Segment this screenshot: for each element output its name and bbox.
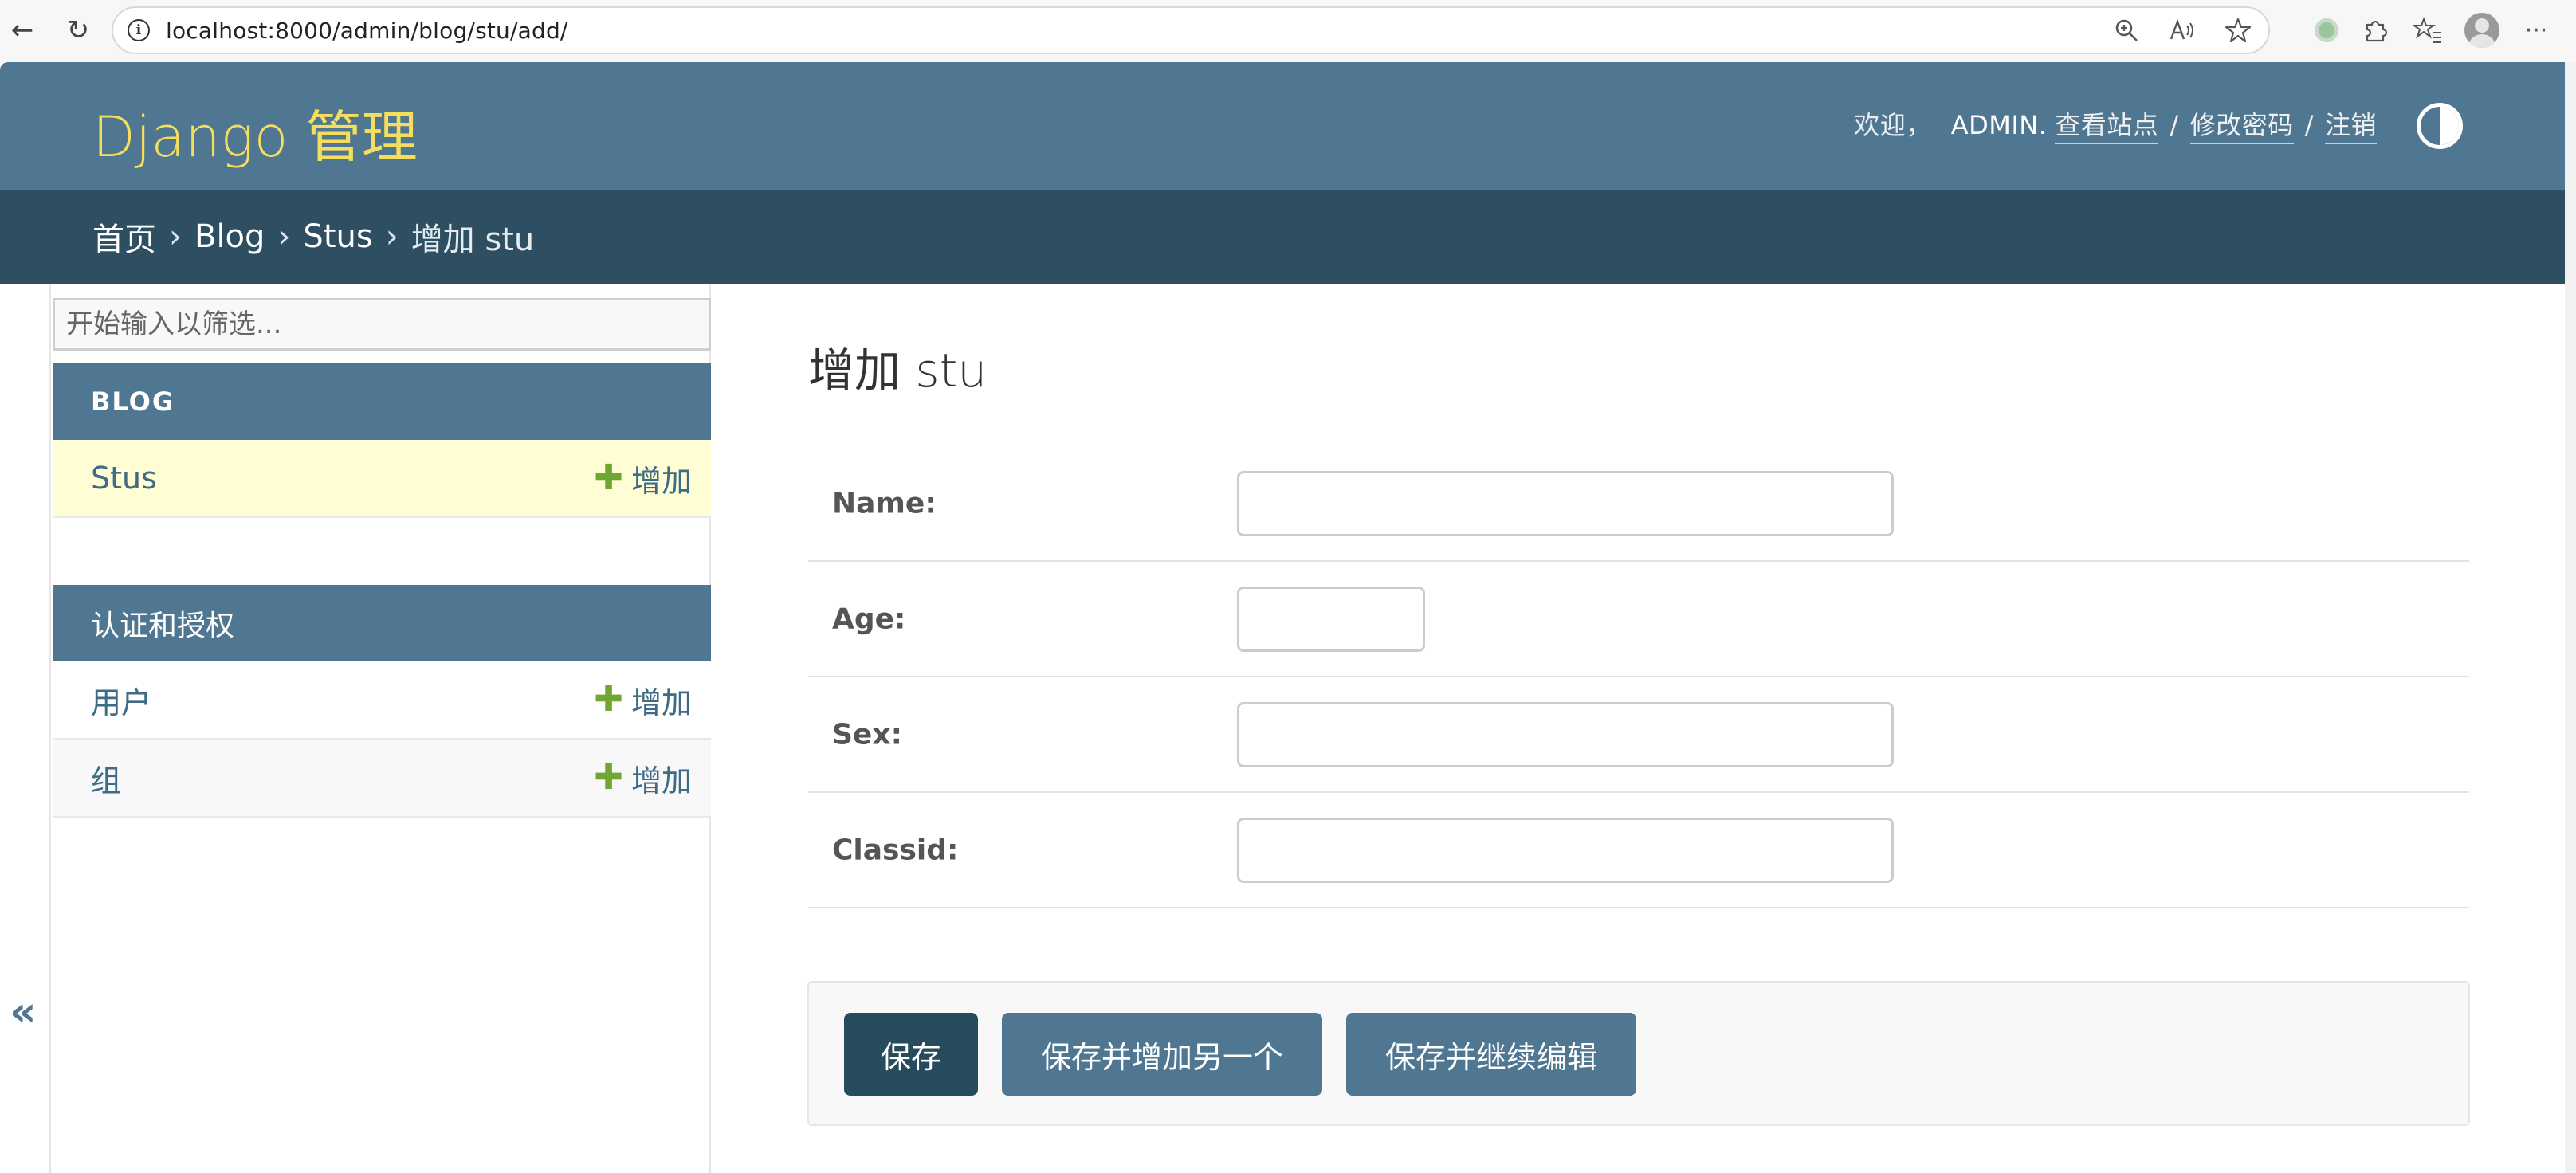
breadcrumb-separator: › (277, 218, 291, 255)
add-link-label: 增加 (630, 463, 692, 499)
add-link-label: 增加 (630, 685, 692, 720)
plus-icon: ✚ (594, 757, 623, 798)
field-label: Classid: (832, 834, 959, 866)
model-link[interactable]: 用户 (91, 678, 151, 722)
breadcrumb-separator: › (385, 218, 399, 255)
plus-icon: ✚ (594, 457, 623, 498)
theme-toggle-icon[interactable] (2417, 103, 2463, 149)
page-title: 增加 stu (808, 343, 988, 398)
logout-link[interactable]: 注销 (2324, 105, 2377, 144)
address-bar[interactable]: i localhost:8000/admin/blog/stu/add/ (112, 6, 2270, 54)
sidebar-item-stus[interactable]: Stus ✚ 增加 (53, 440, 711, 518)
field-label: Name: (832, 487, 937, 520)
save-button[interactable]: 保存 (844, 1013, 978, 1096)
submit-row: 保存 保存并增加另一个 保存并继续编辑 (807, 981, 2470, 1126)
extensions-puzzle-icon[interactable] (2359, 14, 2391, 46)
breadcrumb-app[interactable]: Blog (194, 218, 265, 255)
site-header: Django 管理 欢迎， ADMIN. 查看站点 / 修改密码 / 注销 (0, 62, 2565, 190)
read-aloud-icon[interactable] (2166, 14, 2198, 46)
field-label: Age: (832, 602, 906, 635)
sex-field[interactable] (1237, 701, 1894, 767)
model-link[interactable]: 组 (91, 756, 121, 800)
form-row-classid: Classid: (808, 793, 2469, 908)
sidebar-collapse-button[interactable]: « (10, 988, 37, 1036)
more-menu-icon[interactable]: ··· (2520, 14, 2552, 46)
nav-filter-input[interactable]: 开始输入以筛选... (53, 298, 711, 351)
username: ADMIN. (1950, 110, 2048, 140)
browser-toolbar: ← ↻ i localhost:8000/admin/blog/stu/add/… (0, 0, 2576, 62)
tools-separator: / (2170, 110, 2179, 140)
site-branding[interactable]: Django 管理 (92, 92, 418, 173)
breadcrumb-current: 增加 stu (410, 222, 535, 258)
zoom-icon[interactable] (2111, 14, 2142, 46)
add-link[interactable]: ✚ 增加 (594, 457, 692, 500)
plus-icon: ✚ (594, 679, 623, 720)
scrollbar[interactable] (2565, 62, 2576, 1173)
save-and-add-another-button[interactable]: 保存并增加另一个 (1002, 1013, 1322, 1096)
profile-avatar[interactable] (2464, 13, 2499, 48)
field-label: Sex: (832, 718, 902, 751)
breadcrumb: 首页 › Blog › Stus › 增加 stu (0, 190, 2565, 284)
view-site-link[interactable]: 查看站点 (2055, 105, 2159, 144)
breadcrumb-home[interactable]: 首页 (92, 214, 156, 260)
form-row-age: Age: (808, 562, 2469, 677)
classid-field[interactable] (1237, 817, 1894, 883)
change-password-link[interactable]: 修改密码 (2189, 105, 2294, 144)
breadcrumb-model[interactable]: Stus (303, 218, 372, 255)
name-field[interactable] (1237, 470, 1894, 536)
sidebar-item-groups[interactable]: 组 ✚ 增加 (53, 740, 711, 818)
model-link[interactable]: Stus (91, 461, 157, 496)
reload-icon[interactable]: ↻ (59, 11, 97, 49)
site-info-icon[interactable]: i (128, 19, 150, 41)
address-url[interactable]: localhost:8000/admin/blog/stu/add/ (166, 18, 568, 44)
sidebar-item-users[interactable]: 用户 ✚ 增加 (53, 661, 711, 740)
user-tools: 欢迎， ADMIN. 查看站点 / 修改密码 / 注销 (1854, 105, 2377, 144)
age-field[interactable] (1237, 586, 1425, 652)
add-link[interactable]: ✚ 增加 (594, 756, 692, 800)
add-link[interactable]: ✚ 增加 (594, 678, 692, 722)
save-and-continue-button[interactable]: 保存并继续编辑 (1346, 1013, 1636, 1096)
favorite-star-icon[interactable] (2222, 14, 2254, 46)
back-arrow-icon[interactable]: ← (3, 11, 41, 49)
form-row-sex: Sex: (808, 677, 2469, 793)
extension-icon[interactable] (2315, 18, 2338, 42)
app-caption-auth[interactable]: 认证和授权 (53, 585, 711, 661)
form-row-name: Name: (808, 446, 2469, 562)
app-caption-blog[interactable]: BLOG (53, 363, 711, 440)
add-link-label: 增加 (630, 763, 692, 798)
nav-sidebar: 开始输入以筛选... BLOG Stus ✚ 增加 认证和授权 用户 ✚ 增加 … (49, 284, 711, 1173)
breadcrumb-separator: › (169, 218, 182, 255)
favorites-icon[interactable] (2412, 14, 2444, 46)
welcome-text: 欢迎， (1854, 110, 1932, 140)
tools-separator: / (2304, 110, 2314, 140)
